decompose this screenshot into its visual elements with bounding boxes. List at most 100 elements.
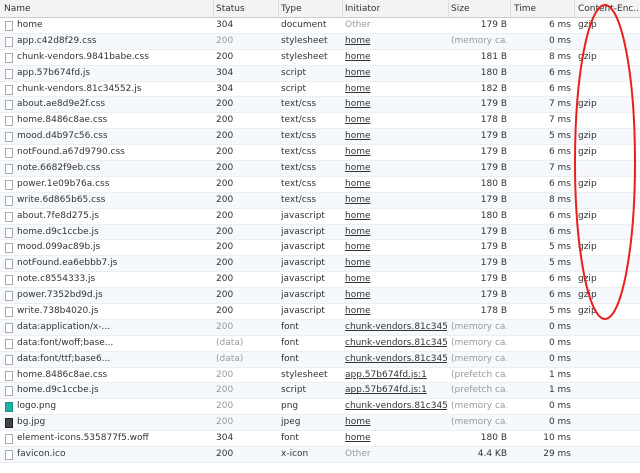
request-initiator[interactable]: home [345, 258, 447, 268]
table-row[interactable]: element-icons.535877f5.woff 304 font home 18… [0, 431, 640, 448]
request-initiator[interactable]: home [345, 417, 447, 427]
request-status: 200 [216, 163, 234, 174]
request-status: 200 [216, 242, 234, 253]
request-initiator[interactable]: home [345, 68, 447, 78]
request-initiator[interactable]: home [345, 179, 447, 189]
request-initiator[interactable]: home [345, 306, 447, 316]
request-initiator[interactable]: app.57b674fd.js:1 [345, 370, 447, 380]
request-initiator[interactable]: home [345, 195, 447, 205]
request-status: 304 [216, 20, 234, 30]
column-header-type[interactable]: Type [281, 4, 302, 14]
table-row[interactable]: home 304 document Other 179 B6 ms gzip [0, 18, 640, 34]
table-row[interactable]: about.7fe8d275.js 200 javascript home 180 B 6… [0, 209, 640, 225]
request-initiator[interactable]: home [345, 227, 447, 237]
table-row[interactable]: mood.099ac89b.js 200 javascript home 179 B 5 … [0, 240, 640, 257]
request-initiator[interactable]: home [345, 211, 447, 221]
table-row[interactable]: about.ae8d9e2f.css 200 text/css home 179 B 7 … [0, 97, 640, 114]
request-initiator[interactable]: chunk-vendors.81c345... [345, 322, 447, 332]
table-row[interactable]: power.1e09b76a.css 200 text/css home 180 B 6 … [0, 177, 640, 193]
request-name: notFound.a67d9790.css [17, 147, 125, 158]
request-name: note.6682f9eb.css [17, 163, 101, 174]
table-row[interactable]: notFound.a67d9790.css 200 text/css home 179 … [0, 145, 640, 162]
table-row[interactable]: write.6d865b65.css 200 text/css home 179 B 8 … [0, 192, 640, 209]
request-size: 181 B [480, 51, 507, 62]
table-row[interactable]: data:application/x-... 200 font chunk-vendo… [0, 319, 640, 336]
request-initiator[interactable]: home [345, 115, 447, 125]
table-row[interactable]: chunk-vendors.9841babe.css 200 stylesheet h… [0, 50, 640, 66]
table-row[interactable]: app.c42d8f29.css 200 stylesheet home (memory… [0, 33, 640, 50]
request-size: 179 B [480, 258, 507, 269]
request-initiator[interactable]: chunk-vendors.81c345... [345, 401, 447, 411]
request-type: text/css [281, 163, 317, 174]
request-type: stylesheet [281, 35, 328, 46]
request-initiator[interactable]: home [345, 131, 447, 141]
request-name: about.ae8d9e2f.css [17, 99, 106, 110]
request-type: text/css [281, 131, 317, 142]
request-initiator[interactable]: home [345, 163, 447, 173]
table-row[interactable]: notFound.ea6ebbb7.js 200 javascript home 179… [0, 256, 640, 273]
request-type: script [281, 67, 307, 78]
request-status: 200 [216, 321, 234, 332]
table-row[interactable]: home.d9c1ccbe.js 200 script app.57b674fd.js… [0, 383, 640, 400]
request-initiator[interactable]: home [345, 52, 447, 62]
table-row[interactable]: data:font/woff;base... (data) font chunk-ve… [0, 336, 640, 352]
request-type: font [281, 337, 299, 348]
request-initiator[interactable]: home [345, 290, 447, 300]
request-type: png [281, 401, 299, 412]
request-size: 182 B [480, 83, 507, 94]
column-header-initiator[interactable]: Initiator [345, 4, 380, 14]
request-initiator[interactable]: chunk-vendors.81c345... [345, 354, 447, 364]
table-row[interactable]: mood.d4b97c56.css 200 text/css home 179 B 5 m… [0, 129, 640, 146]
table-row[interactable]: power.7352bd9d.js 200 javascript home 179 B 6… [0, 288, 640, 305]
request-initiator[interactable]: home [345, 36, 447, 46]
table-row[interactable]: write.738b4020.js 200 javascript home 178 B 5… [0, 304, 640, 320]
request-name: data:application/x-... [17, 321, 111, 332]
request-time: 0 ms [548, 417, 571, 428]
request-type: javascript [281, 210, 325, 221]
table-row[interactable]: chunk-vendors.81c34552.js 304 script home 18… [0, 82, 640, 98]
table-header: Name Status Type Initiator Size Time Con… [0, 0, 640, 18]
request-status: 200 [216, 290, 234, 301]
request-type: javascript [281, 242, 325, 253]
request-status: 200 [216, 226, 234, 237]
column-header-size[interactable]: Size [451, 4, 469, 14]
request-size: 180 B [480, 67, 507, 78]
table-row[interactable]: note.c8554333.js 200 javascript home 179 B 6 … [0, 272, 640, 289]
column-header-status[interactable]: Status [216, 4, 245, 14]
request-size: 179 B [480, 242, 507, 253]
table-row[interactable]: home.8486c8ae.css 200 stylesheet app.57b674… [0, 368, 640, 384]
request-size: 179 B [480, 194, 507, 205]
request-initiator[interactable]: home [345, 274, 447, 284]
request-time: 5 ms [548, 306, 571, 317]
table-row[interactable]: favicon.ico 200 x-icon Other 4.4 KB 29 ms [0, 447, 640, 463]
table-row[interactable]: data:font/ttf;base6... (data) font chunk-ve… [0, 351, 640, 368]
request-name: home.8486c8ae.css [17, 369, 108, 380]
column-header-name[interactable]: Name [4, 4, 31, 14]
table-row[interactable]: app.57b674fd.js 304 script home 180 B 6 ms [0, 65, 640, 82]
request-size: (memory ca... [451, 353, 507, 364]
table-row[interactable]: logo.png 200 png chunk-vendors.81c345... (me… [0, 399, 640, 416]
table-row[interactable]: bg.jpg 200 jpeg home (memory ca... 0 ms [0, 415, 640, 432]
red-ellipse-annotation [574, 4, 636, 320]
request-time: 0 ms [548, 337, 571, 348]
request-time: 6 ms [548, 67, 571, 78]
request-initiator[interactable]: chunk-vendors.81c345... [345, 338, 447, 348]
request-size: (prefetch ca... [451, 385, 507, 396]
table-row[interactable]: home.d9c1ccbe.js 200 javascript home 179 B 6 … [0, 224, 640, 241]
request-name: favicon.ico [17, 449, 66, 460]
table-row[interactable]: home.8486c8ae.css 200 text/css home 178 B 7 m… [0, 113, 640, 130]
request-initiator[interactable]: app.57b674fd.js:1 [345, 385, 447, 395]
column-divider [448, 0, 449, 17]
request-size: (prefetch ca... [451, 369, 507, 380]
request-time: 6 ms [548, 274, 571, 285]
request-initiator[interactable]: home [345, 99, 447, 109]
request-initiator[interactable]: home [345, 147, 447, 157]
request-name: home.d9c1ccbe.js [17, 385, 99, 396]
column-header-time[interactable]: Time [514, 4, 536, 14]
request-initiator[interactable]: home [345, 84, 447, 94]
request-initiator[interactable]: home [345, 242, 447, 252]
request-time: 5 ms [548, 258, 571, 269]
request-initiator[interactable]: home [345, 433, 447, 443]
request-time: 6 ms [548, 83, 571, 94]
table-row[interactable]: note.6682f9eb.css 200 text/css home 179 B 7 m… [0, 161, 640, 177]
